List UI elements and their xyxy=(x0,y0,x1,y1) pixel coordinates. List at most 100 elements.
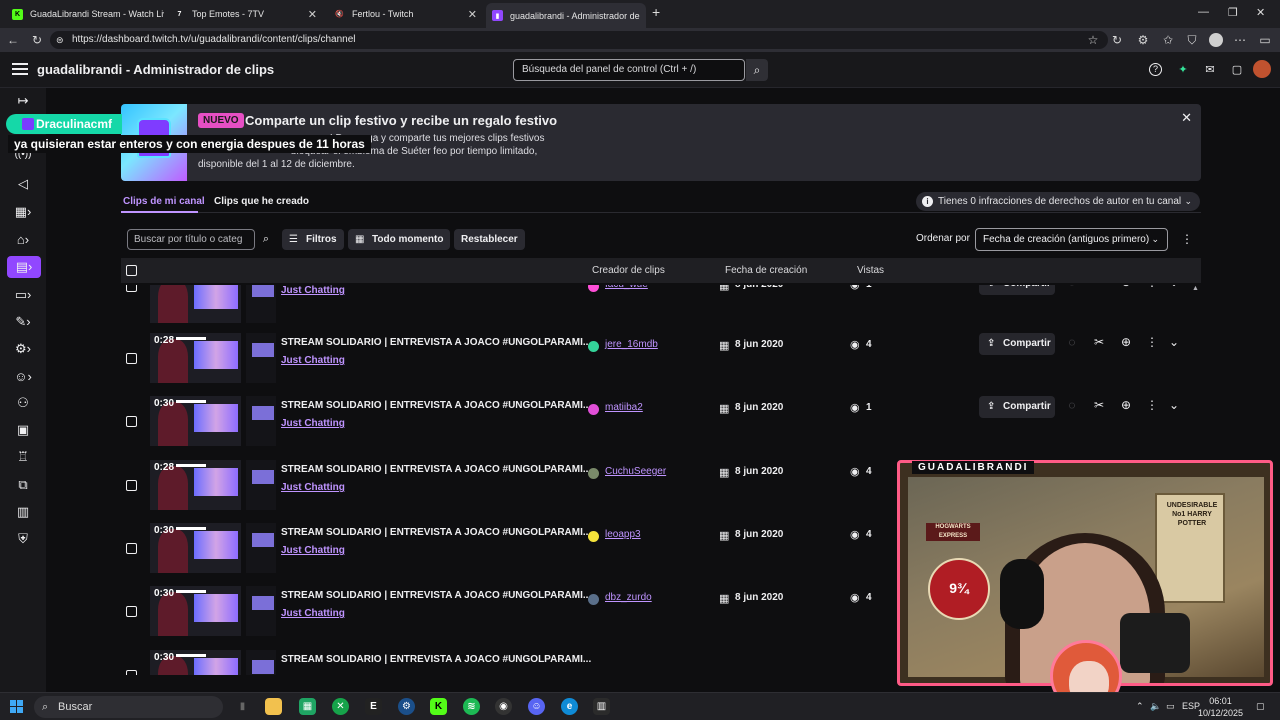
clip-creator-link[interactable]: jere_16mdb xyxy=(605,339,658,350)
steam-icon[interactable]: ⚙ xyxy=(398,698,415,715)
browser-tab-fertlou[interactable]: 🔇 Fertlou - Twitch ✕ xyxy=(328,3,483,25)
monetization-icon[interactable]: ▭› xyxy=(8,284,38,306)
table-row[interactable]: 0:28 STREAM SOLIDARIO | ENTREVISTA A JOAC… xyxy=(121,333,1191,396)
kick-icon[interactable]: K xyxy=(430,698,447,715)
clip-thumbnail[interactable]: 0:30 xyxy=(150,650,241,675)
site-info-icon[interactable]: ⊜ xyxy=(56,31,64,49)
more-options-icon[interactable]: ⋮ xyxy=(1145,335,1159,349)
inbox-icon[interactable]: ✉ xyxy=(1203,63,1217,77)
edit-clip-scissors-icon[interactable]: ✂ xyxy=(1092,335,1106,349)
clip-title[interactable]: STREAM SOLIDARIO | ENTREVISTA A JOACO #U… xyxy=(281,527,591,538)
creator-camp-icon[interactable]: ⚇ xyxy=(8,392,38,414)
clip-creator-link[interactable]: facu_wue xyxy=(605,285,648,290)
community-icon[interactable]: ⌂› xyxy=(8,229,38,251)
table-row[interactable]: 0:30 STREAM SOLIDARIO | ENTREVISTA A JOAC… xyxy=(121,396,1191,459)
clip-title[interactable]: STREAM SOLIDARIO | ENTREVISTA A JOACO #U… xyxy=(281,337,591,348)
more-options-icon[interactable]: ⋮ xyxy=(1181,232,1193,246)
shield-icon[interactable]: ⛉ xyxy=(1185,33,1199,47)
row-checkbox[interactable] xyxy=(126,606,137,617)
help-icon[interactable]: ? xyxy=(1149,63,1162,76)
store-icon[interactable]: ▦ xyxy=(299,698,316,715)
filters-button[interactable]: ☰ Filtros xyxy=(282,229,344,250)
collapse-sidebar-icon[interactable]: ↦ xyxy=(8,90,38,112)
browser-refresh-ext-icon[interactable]: ↻ xyxy=(1110,33,1124,47)
clip-category-link[interactable]: Just Chatting xyxy=(281,608,345,619)
edit-clip-scissors-icon[interactable]: ✂ xyxy=(1092,285,1106,289)
muted-speaker-icon[interactable]: 🔇 xyxy=(334,9,345,20)
notifications-icon[interactable]: ▢ xyxy=(1256,701,1265,712)
clip-title[interactable]: STREAM SOLIDARIO | ENTREVISTA A JOACO #U… xyxy=(281,400,591,411)
browser-tab-kick[interactable]: K GuadaLibrandi Stream - Watch Liv ✕ xyxy=(6,3,164,25)
clip-thumbnail[interactable]: 0:30 xyxy=(150,586,241,636)
share-button[interactable]: ⇪Compartir xyxy=(979,333,1055,355)
row-checkbox[interactable] xyxy=(126,285,137,292)
add-icon[interactable]: ⊕ xyxy=(1119,285,1133,289)
favorites-icon[interactable]: ✩ xyxy=(1161,33,1175,47)
search-icon[interactable]: ⌕ xyxy=(256,229,276,250)
row-checkbox[interactable] xyxy=(126,353,137,364)
chevron-down-icon[interactable]: ⌄ xyxy=(1167,335,1181,349)
more-options-icon[interactable]: ⋯ xyxy=(1233,33,1247,47)
restore-icon[interactable]: ❐ xyxy=(1228,6,1238,19)
spotify-icon[interactable]: ≋ xyxy=(463,698,480,715)
settings-icon[interactable]: ⚙› xyxy=(8,338,38,360)
clip-title[interactable]: STREAM SOLIDARIO | ENTREVISTA A JOACO #U… xyxy=(281,654,591,665)
edit-clip-scissors-icon[interactable]: ✂ xyxy=(1092,398,1106,412)
obs-icon[interactable]: ◉ xyxy=(495,698,512,715)
insights-icon[interactable]: ▦› xyxy=(8,201,38,223)
clip-creator-link[interactable]: CuchuSeeger xyxy=(605,466,666,477)
reset-button[interactable]: Restablecer xyxy=(454,229,525,250)
video-producer-icon[interactable]: ▣ xyxy=(8,419,38,441)
clip-thumbnail[interactable]: 0:28 xyxy=(150,460,241,510)
clip-creator-link[interactable]: matiiba2 xyxy=(605,402,643,413)
back-icon[interactable]: ← xyxy=(6,33,20,47)
browser-tab-7tv[interactable]: 7 Top Emotes - 7TV ✕ xyxy=(168,3,323,25)
menu-icon[interactable] xyxy=(12,63,28,75)
sort-select[interactable]: Fecha de creación (antiguos primero) ⌄ xyxy=(975,228,1168,251)
dashboard-search-input[interactable]: Búsqueda del panel de control (Ctrl + /) xyxy=(513,59,745,81)
share-button[interactable]: ⇪Compartir xyxy=(979,396,1055,418)
browser-tab-dashboard[interactable]: ▮ guadalibrandi - Administrador de ✕ xyxy=(486,3,646,28)
edge-icon[interactable]: e xyxy=(561,698,578,715)
time-range-button[interactable]: ▦ Todo momento xyxy=(348,229,451,250)
whispers-icon[interactable]: ▢ xyxy=(1230,63,1244,77)
share-button[interactable]: ⇪Compartir xyxy=(979,285,1055,295)
close-icon[interactable]: ✕ xyxy=(1181,110,1192,126)
clip-creator-link[interactable]: dbz_zurdo xyxy=(605,592,652,603)
learning-icon[interactable]: ▥ xyxy=(8,501,38,523)
more-options-icon[interactable]: ⋮ xyxy=(1145,285,1159,289)
minimize-icon[interactable]: — xyxy=(1198,6,1209,18)
close-icon[interactable]: ✕ xyxy=(308,8,317,21)
windows-start-icon[interactable] xyxy=(10,700,23,713)
row-checkbox[interactable] xyxy=(126,670,137,675)
clip-thumbnail[interactable] xyxy=(150,285,241,323)
url-field[interactable]: ⊜ https://dashboard.twitch.tv/u/guadalib… xyxy=(50,31,1108,49)
clip-thumbnail[interactable]: 0:30 xyxy=(150,523,241,573)
extensions-icon[interactable]: ⚙ xyxy=(1136,33,1150,47)
profile-avatar-icon[interactable] xyxy=(1209,33,1223,47)
refresh-icon[interactable]: ↻ xyxy=(30,33,44,47)
new-tab-icon[interactable]: + xyxy=(652,4,660,20)
clip-creator-link[interactable]: leoapp3 xyxy=(605,529,641,540)
clip-category-link[interactable]: Just Chatting xyxy=(281,418,345,429)
add-icon[interactable]: ⊕ xyxy=(1119,335,1133,349)
clip-title[interactable]: STREAM SOLIDARIO | ENTREVISTA A JOACO #U… xyxy=(281,590,591,601)
copyright-strikes-pill[interactable]: i Tienes 0 infracciones de derechos de a… xyxy=(916,192,1200,211)
clip-category-link[interactable]: Just Chatting xyxy=(281,545,345,556)
table-row[interactable]: STREAM SOLIDARIO | ENTREVISTA A JOACO #U… xyxy=(121,285,1191,336)
close-icon[interactable]: ✕ xyxy=(468,8,477,21)
spark-icon[interactable]: ✦ xyxy=(1176,63,1190,77)
file-explorer-icon[interactable] xyxy=(265,698,282,715)
viewer-rewards-icon[interactable]: ☺› xyxy=(8,366,38,388)
taskbar-search[interactable]: ⌕ Buscar xyxy=(34,696,223,718)
tray-chevron-icon[interactable]: ⌃ xyxy=(1136,701,1144,712)
clip-title[interactable]: STREAM SOLIDARIO | ENTREVISTA A JOACO #U… xyxy=(281,464,591,475)
xbox-icon[interactable]: ✕ xyxy=(332,698,349,715)
chevron-down-icon[interactable]: ⌄ xyxy=(1167,285,1181,289)
customization-icon[interactable]: ✎› xyxy=(8,311,38,333)
achievements-icon[interactable]: ♖ xyxy=(8,446,38,468)
scroll-up-icon[interactable]: ▲ xyxy=(1192,285,1199,292)
clip-category-link[interactable]: Just Chatting xyxy=(281,285,345,296)
task-view-icon[interactable]: ▮ xyxy=(234,698,251,715)
select-all-checkbox[interactable] xyxy=(126,265,137,276)
